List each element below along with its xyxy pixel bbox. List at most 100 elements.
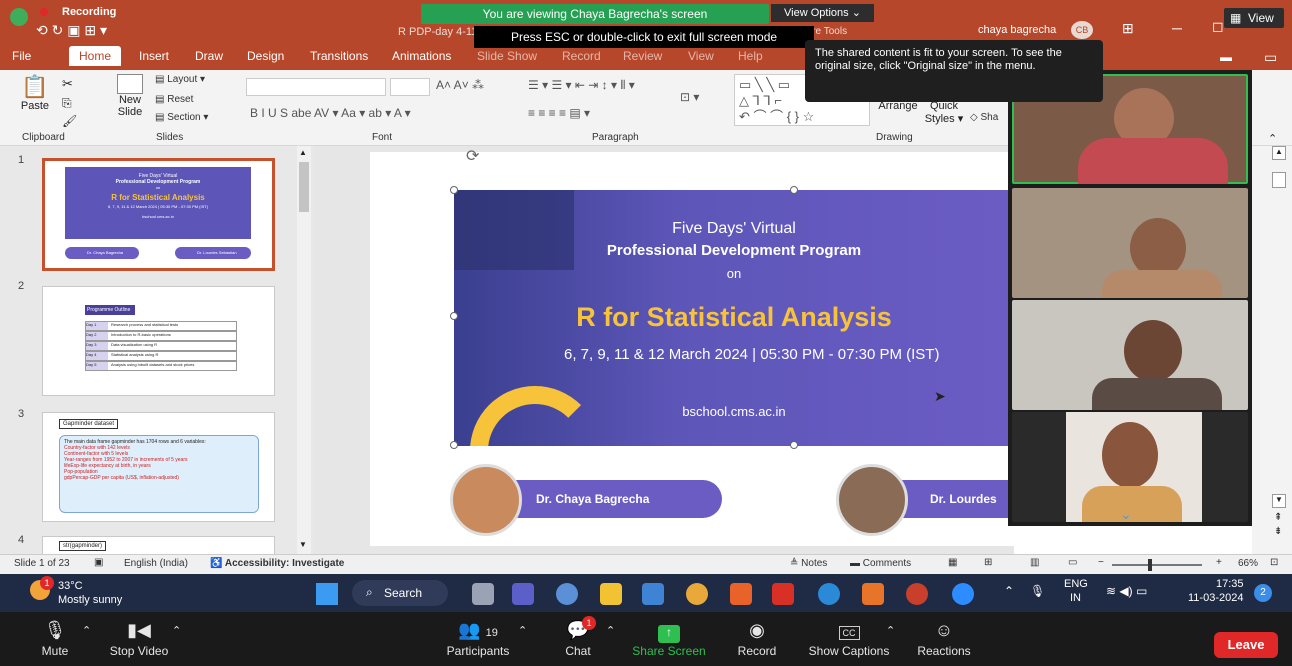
- tab-insert[interactable]: Insert: [139, 49, 169, 63]
- tab-transitions[interactable]: Transitions: [310, 49, 368, 63]
- section-button[interactable]: ▤ Section ▾: [155, 112, 208, 123]
- accessibility-status[interactable]: ♿ Accessibility: Investigate: [210, 558, 344, 569]
- reading-view-icon[interactable]: ▥: [1030, 557, 1039, 568]
- app-icon[interactable]: [862, 583, 884, 605]
- photos-icon[interactable]: [642, 583, 664, 605]
- office-icon[interactable]: [730, 583, 752, 605]
- stop-video-button[interactable]: ▮◀ Stop Video: [104, 620, 174, 658]
- thumbnail-slide-3[interactable]: Gapminder dataset The main data frame ga…: [42, 412, 275, 522]
- layout-button[interactable]: ▤ Layout ▾: [155, 74, 205, 85]
- edge-icon[interactable]: [818, 583, 840, 605]
- minimize-icon[interactable]: ─: [1172, 20, 1182, 36]
- resize-handle[interactable]: [790, 186, 798, 194]
- tab-home[interactable]: Home: [69, 46, 122, 66]
- normal-view-icon[interactable]: ▦: [948, 557, 957, 568]
- new-slide-button[interactable]: New Slide: [110, 74, 150, 118]
- copy-icon[interactable]: ⎘: [62, 96, 72, 111]
- scroll-thumb[interactable]: [299, 162, 309, 212]
- gallery-more-icon[interactable]: ⌄: [1120, 506, 1132, 523]
- paragraph-list-icons[interactable]: ☰ ▾ ☰ ▾ ⇤ ⇥ ↕ ▾ ⫴ ▾: [528, 78, 635, 93]
- video-tile-3[interactable]: [1012, 300, 1248, 410]
- video-options-icon[interactable]: ⌃: [172, 624, 181, 637]
- leave-button[interactable]: Leave: [1214, 632, 1278, 658]
- reset-button[interactable]: ▤ Reset: [155, 94, 193, 105]
- reactions-button[interactable]: ☺ Reactions: [912, 620, 976, 658]
- wifi-icon[interactable]: ≋ ◀) ▭: [1106, 584, 1147, 598]
- thumbnail-slide-1[interactable]: Five Days' Virtual Professional Developm…: [42, 158, 275, 271]
- resize-handle[interactable]: [450, 312, 458, 320]
- thumbnail-slide-4[interactable]: str(gapminder): [42, 536, 275, 554]
- comments-button[interactable]: ▬ Comments: [850, 558, 911, 569]
- task-view-icon[interactable]: [472, 583, 494, 605]
- zoom-level[interactable]: 66%: [1238, 558, 1258, 569]
- pdf-icon[interactable]: [772, 583, 794, 605]
- participants-options-icon[interactable]: ⌃: [518, 624, 527, 637]
- tab-help[interactable]: Help: [738, 49, 763, 63]
- vscroll-up-icon[interactable]: ▲: [1272, 146, 1286, 160]
- fit-slide-icon[interactable]: ⊡: [1270, 557, 1278, 568]
- tray-overflow-icon[interactable]: ⌃: [1004, 584, 1014, 598]
- font-format-icons[interactable]: B I U S abe AV ▾ Aa ▾ ab ▾ A ▾: [250, 106, 411, 120]
- resize-handle[interactable]: [450, 441, 458, 449]
- slide-banner-image[interactable]: Five Days' Virtual Professional Developm…: [454, 190, 1014, 446]
- tab-design[interactable]: Design: [247, 49, 284, 63]
- file-explorer-icon[interactable]: [600, 583, 622, 605]
- slide-canvas[interactable]: ⟳ Five Days' Virtual Professional Develo…: [370, 148, 1030, 546]
- tab-animations[interactable]: Animations: [392, 49, 451, 63]
- start-icon[interactable]: [316, 583, 338, 605]
- font-size-icons[interactable]: A˄ A˅ ⁂: [436, 78, 484, 92]
- zoom-in-icon[interactable]: +: [1216, 557, 1222, 568]
- scroll-up-icon[interactable]: ▲: [299, 148, 307, 157]
- participants-button[interactable]: 👥 19 Participants: [438, 620, 518, 658]
- mute-options-icon[interactable]: ⌃: [82, 624, 91, 637]
- notification-badge[interactable]: 2: [1254, 584, 1272, 602]
- resize-handle[interactable]: [790, 441, 798, 449]
- ribbon-collapse-icon[interactable]: ⌃: [1268, 132, 1277, 145]
- font-name-box[interactable]: [246, 78, 386, 96]
- notes-button[interactable]: ≜ Notes: [790, 558, 827, 569]
- view-options-button[interactable]: View Options ⌄: [771, 4, 874, 22]
- resize-handle[interactable]: [450, 186, 458, 194]
- slideshow-view-icon[interactable]: ▭: [1068, 557, 1077, 568]
- zoom-slider[interactable]: [1112, 559, 1202, 571]
- vscroll-thumb[interactable]: [1272, 172, 1286, 188]
- lang-1[interactable]: ENG: [1064, 578, 1088, 590]
- search-box[interactable]: ⌕ Search: [352, 580, 448, 606]
- cut-icon[interactable]: ✂: [62, 76, 73, 92]
- scroll-down-icon[interactable]: ▼: [299, 540, 307, 549]
- share-screen-button[interactable]: ↑ Share Screen: [628, 620, 710, 658]
- paste-button[interactable]: 📋 Paste: [18, 74, 52, 112]
- quick-styles-button[interactable]: Quick Styles ▾: [924, 100, 964, 125]
- prev-slide-icon[interactable]: ⇞: [1274, 512, 1282, 523]
- shape-outline-button[interactable]: ◇ Sha: [970, 112, 998, 123]
- show-captions-button[interactable]: CC Show Captions: [804, 620, 894, 658]
- zoom-app-icon[interactable]: [952, 583, 974, 605]
- zoom-out-icon[interactable]: −: [1098, 557, 1104, 568]
- video-tile-2[interactable]: [1012, 188, 1248, 298]
- rotate-handle-icon[interactable]: ⟳: [466, 146, 479, 166]
- tab-file[interactable]: File: [12, 49, 31, 63]
- tab-draw[interactable]: Draw: [195, 49, 223, 63]
- mute-button[interactable]: 🎙 Mute: [30, 620, 80, 658]
- zoom-slider-thumb[interactable]: [1148, 559, 1152, 571]
- text-direction-icons[interactable]: ⊡ ▾: [680, 90, 699, 104]
- tab-view[interactable]: View: [688, 49, 714, 63]
- language-status[interactable]: English (India): [124, 558, 188, 569]
- tab-record[interactable]: Record: [562, 49, 601, 63]
- format-painter-icon[interactable]: 🖌: [62, 114, 77, 128]
- chat-options-icon[interactable]: ⌃: [606, 624, 615, 637]
- view-button[interactable]: ▦ View: [1224, 8, 1284, 28]
- chrome-icon[interactable]: [686, 583, 708, 605]
- next-slide-icon[interactable]: ⇟: [1274, 526, 1282, 537]
- user-avatar[interactable]: CB: [1071, 21, 1093, 39]
- r-app-icon[interactable]: [556, 583, 578, 605]
- clock-time[interactable]: 17:35: [1216, 578, 1244, 590]
- restore-icon[interactable]: ◻: [1212, 18, 1224, 35]
- ribbon-display-icon[interactable]: ⊞: [1122, 20, 1134, 37]
- clock-date[interactable]: 11-03-2024: [1188, 592, 1243, 604]
- tab-review[interactable]: Review: [623, 49, 662, 63]
- spellcheck-icon[interactable]: ▣: [94, 557, 103, 568]
- mic-tray-icon[interactable]: 🎙: [1030, 584, 1045, 598]
- tab-slide-show[interactable]: Slide Show: [477, 49, 537, 63]
- thumbnail-slide-2[interactable]: Programme Outline Day 1 Research process …: [42, 286, 275, 396]
